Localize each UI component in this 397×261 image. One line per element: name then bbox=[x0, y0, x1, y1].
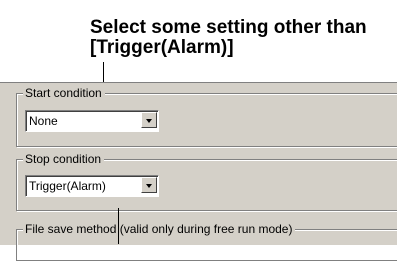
start-condition-title: Start condition bbox=[23, 86, 105, 100]
file-save-method-group: File save method (valid only during free… bbox=[16, 222, 397, 261]
settings-panel: Start condition None Stop condition Trig… bbox=[0, 82, 397, 261]
instruction-callout: Select some setting other than [Trigger(… bbox=[90, 18, 367, 58]
file-save-method-title: File save method (valid only during free… bbox=[23, 222, 296, 236]
start-condition-group: Start condition None bbox=[16, 86, 397, 147]
start-condition-value: None bbox=[29, 114, 58, 128]
stop-condition-select[interactable]: Trigger(Alarm) bbox=[25, 175, 159, 197]
callout-line-1: Select some setting other than bbox=[90, 17, 367, 38]
callout-line-2: [Trigger(Alarm)] bbox=[90, 37, 234, 58]
stop-condition-group: Stop condition Trigger(Alarm) bbox=[16, 152, 397, 211]
chevron-down-icon[interactable] bbox=[141, 177, 157, 193]
stop-condition-title: Stop condition bbox=[23, 152, 105, 166]
chevron-down-icon[interactable] bbox=[141, 112, 157, 128]
callout-leader-line-bottom bbox=[118, 208, 119, 244]
stop-condition-value: Trigger(Alarm) bbox=[29, 179, 106, 193]
start-condition-select[interactable]: None bbox=[25, 110, 159, 132]
